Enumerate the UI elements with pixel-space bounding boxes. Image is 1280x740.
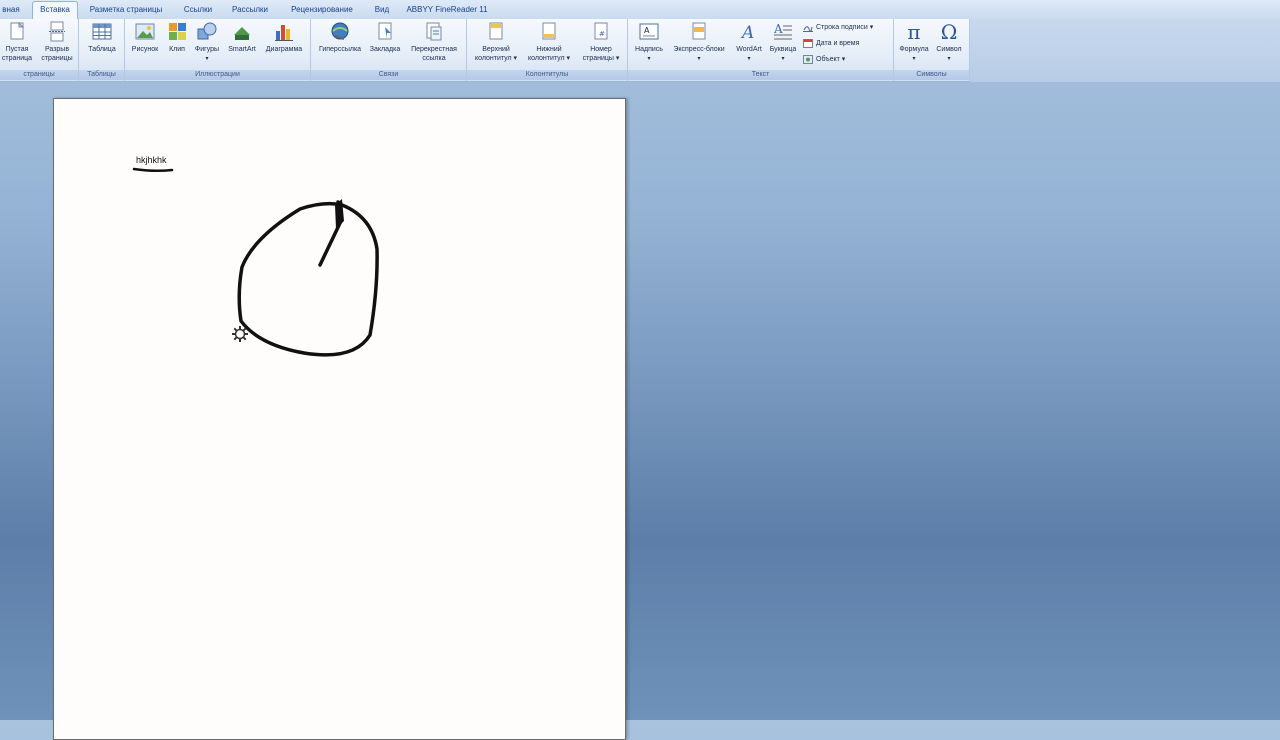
text-box-button[interactable]: A Надпись ▾ [630,21,668,63]
hyperlink-icon [330,21,350,43]
tab-home[interactable]: вная [0,2,22,19]
ink-underline-stroke [132,167,174,173]
tab-view[interactable]: Вид [370,2,394,19]
drop-cap-icon: A [773,21,793,43]
equation-icon: π [907,20,921,44]
group-label-links: Связи [311,70,466,80]
equation-button[interactable]: π Формула ▾ [896,21,932,63]
smartart-icon [232,21,252,43]
tab-insert[interactable]: Вставка [32,1,78,20]
hyperlink-button[interactable]: Гиперссылка [314,21,366,55]
wordart-icon: A [739,21,759,43]
tab-references[interactable]: Ссылки [178,2,218,19]
group-label-text: Текст [628,70,893,80]
signature-line-button[interactable]: Строка подписи ▾ [803,22,873,34]
ribbon: Пустая страница Разрыв страницы страницы… [0,19,970,82]
page-number-icon: # [591,21,611,43]
group-illustrations: Рисунок Клип Фигуры▾ SmartArt Диаграмма [125,19,311,81]
drop-cap-button[interactable]: A Буквица ▾ [767,21,799,63]
table-icon [92,21,112,43]
ribbon-empty-area [970,19,1280,82]
group-label-tables: Таблицы [79,70,124,80]
ink-drawing[interactable] [54,99,625,721]
page-break-icon [47,21,67,43]
ink-circle-stroke [237,201,379,357]
quick-parts-icon [689,21,709,43]
header-button[interactable]: Верхний колонтитул ▾ [470,21,522,63]
picture-icon [135,21,155,43]
header-icon [486,21,506,43]
signature-line-icon [803,23,813,32]
page-number-button[interactable]: # Номер страницы ▾ [577,21,625,63]
blank-page-button[interactable]: Пустая страница [0,21,34,63]
object-icon [803,54,813,64]
bookmark-icon [375,21,395,43]
clip-art-button[interactable]: Клип [165,21,189,55]
object-button[interactable]: Объект ▾ [803,54,845,66]
group-symbols: π Формула ▾ Ω Символ ▾ Символы [894,19,970,81]
picture-button[interactable]: Рисунок [127,21,163,55]
tab-review[interactable]: Рецензирование [284,2,360,19]
tab-mailings[interactable]: Рассылки [228,2,272,19]
cross-reference-button[interactable]: Перекрестная ссылка [405,21,463,63]
group-text: A Надпись ▾ Экспресс-блоки ▾ A WordArt ▾ A … [628,19,894,81]
bookmark-button[interactable]: Закладка [367,21,403,55]
blank-page-icon [7,21,27,43]
group-label-pages: страницы [0,70,78,80]
chart-button[interactable]: Диаграмма [261,21,307,55]
shapes-icon [197,21,217,43]
ribbon-tab-bar: вная Вставка Разметка страницы Ссылки Ра… [0,0,1280,20]
date-time-icon [803,38,813,48]
svg-text:A: A [773,22,783,36]
group-label-header-footer: Колонтитулы [467,70,627,80]
svg-text:#: # [599,30,605,38]
text-box-icon: A [639,21,659,43]
document-page[interactable]: hkjhkhk [53,98,626,740]
group-tables: Таблица Таблицы [79,19,125,81]
svg-text:A: A [740,23,754,43]
shapes-button[interactable]: Фигуры ▾ [191,21,223,63]
smartart-button[interactable]: SmartArt [225,21,259,55]
table-button[interactable]: Таблица [82,21,122,55]
group-pages: Пустая страница Разрыв страницы страницы [0,19,79,81]
group-header-footer: Верхний колонтитул ▾ Нижний колонтитул ▾… [467,19,628,81]
symbol-button[interactable]: Ω Символ ▾ [932,21,966,63]
group-label-symbols: Символы [894,70,969,80]
chart-icon [274,21,294,43]
tab-page-layout[interactable]: Разметка страницы [86,2,166,19]
group-links: Гиперссылка Закладка Перекрестная ссылка… [311,19,467,81]
tab-abbyy-finereader[interactable]: ABBYY FineReader 11 [404,2,490,19]
svg-text:A: A [644,26,650,35]
symbol-icon: Ω [940,20,958,44]
footer-button[interactable]: Нижний колонтитул ▾ [523,21,575,63]
cross-reference-icon [424,21,444,43]
clip-art-icon [167,21,187,43]
quick-parts-button[interactable]: Экспресс-блоки ▾ [668,21,730,63]
footer-icon [539,21,559,43]
wordart-button[interactable]: A WordArt ▾ [731,21,767,63]
group-label-illustrations: Иллюстрации [125,70,310,80]
page-break-button[interactable]: Разрыв страницы [38,21,76,63]
date-time-button[interactable]: Дата и время [803,38,859,50]
gear-cursor-icon [232,326,248,342]
